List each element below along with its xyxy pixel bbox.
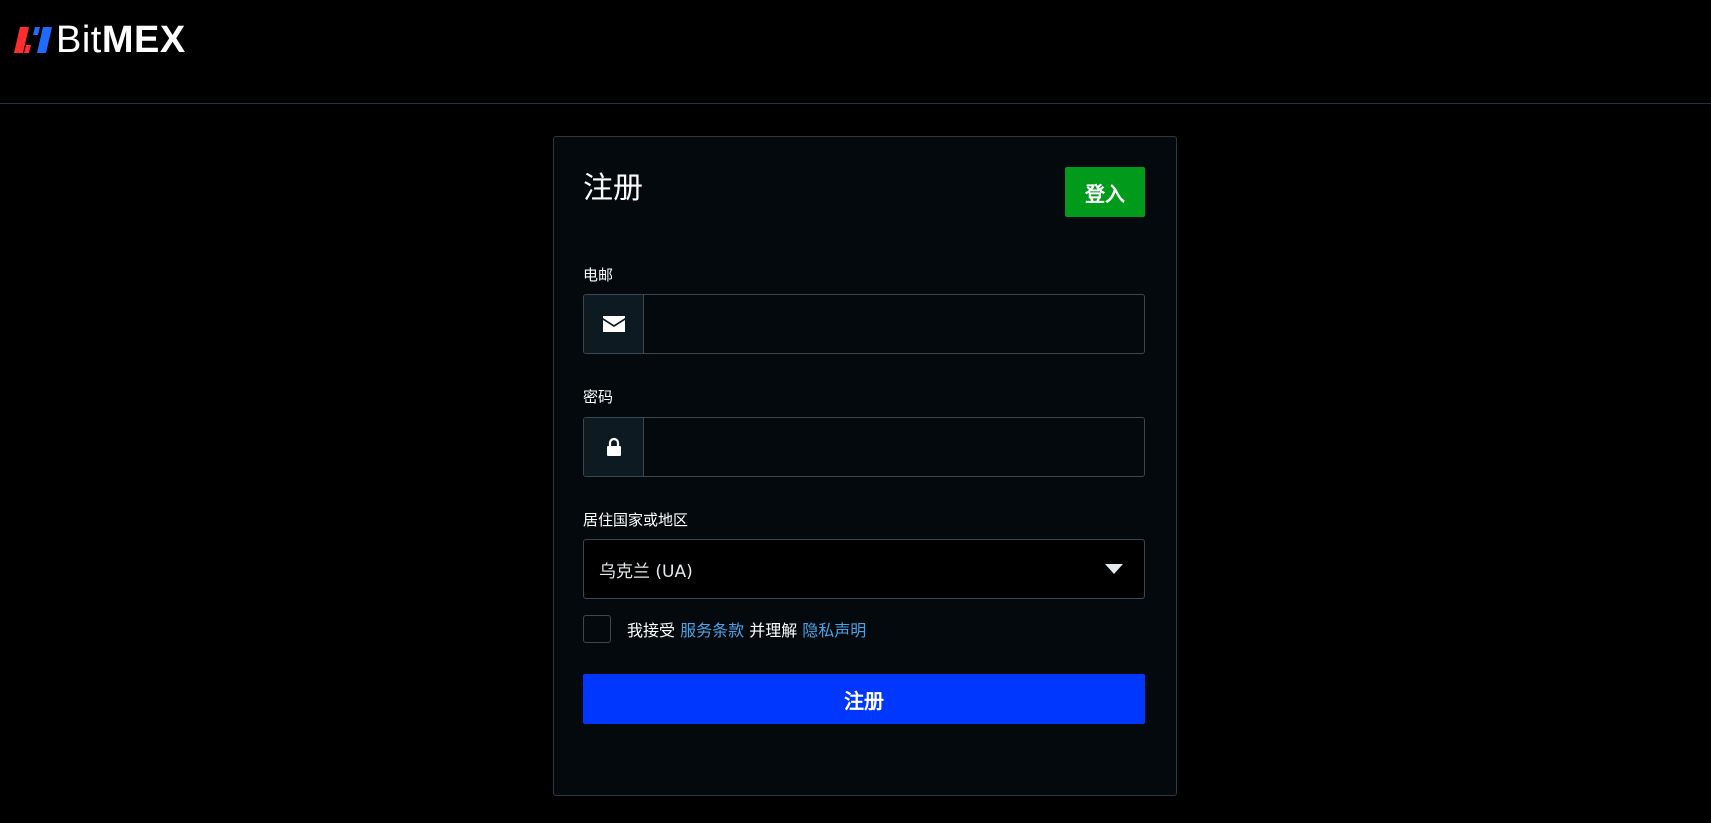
email-input-group bbox=[583, 294, 1145, 354]
password-field[interactable] bbox=[644, 418, 1144, 476]
agreement-prefix-text: 我接受 bbox=[627, 621, 681, 640]
email-addon bbox=[584, 295, 644, 353]
terms-of-service-link[interactable]: 服务条款 bbox=[680, 617, 744, 641]
envelope-icon bbox=[602, 316, 625, 332]
register-submit-button[interactable]: 注册 bbox=[583, 674, 1145, 724]
login-button[interactable]: 登入 bbox=[1065, 167, 1145, 217]
agreement-middle-text: 并理解 bbox=[744, 621, 803, 640]
country-selected-value: 乌克兰 (UA) bbox=[599, 561, 693, 582]
logo-text-bit: Bit bbox=[56, 19, 102, 61]
bitmex-logo[interactable]: BitMEX bbox=[14, 19, 186, 61]
password-input-group bbox=[583, 417, 1145, 477]
privacy-notice-link[interactable]: 隐私声明 bbox=[802, 617, 866, 641]
caret-down-icon bbox=[1105, 564, 1123, 574]
lock-icon bbox=[606, 437, 621, 456]
page-title: 注册 bbox=[583, 171, 643, 206]
top-header: BitMEX bbox=[0, 0, 1711, 104]
email-field[interactable] bbox=[644, 295, 1144, 353]
bitmex-logo-mark-icon bbox=[14, 27, 52, 53]
password-addon bbox=[584, 418, 644, 476]
country-label: 居住国家或地区 bbox=[583, 511, 689, 529]
terms-agreement-row: 我接受 服务条款 并理解 隐私声明 bbox=[583, 614, 866, 644]
logo-wordmark: BitMEX bbox=[56, 19, 186, 61]
logo-text-mex: MEX bbox=[101, 19, 186, 61]
country-select[interactable]: 乌克兰 (UA) bbox=[583, 539, 1145, 599]
email-label: 电邮 bbox=[583, 266, 614, 284]
register-card: 注册 登入 电邮 密码 居住国家或地区 乌克兰 (UA) 我接受 服务条款 并理… bbox=[553, 136, 1177, 796]
password-label: 密码 bbox=[583, 388, 614, 406]
terms-checkbox[interactable] bbox=[583, 615, 611, 643]
